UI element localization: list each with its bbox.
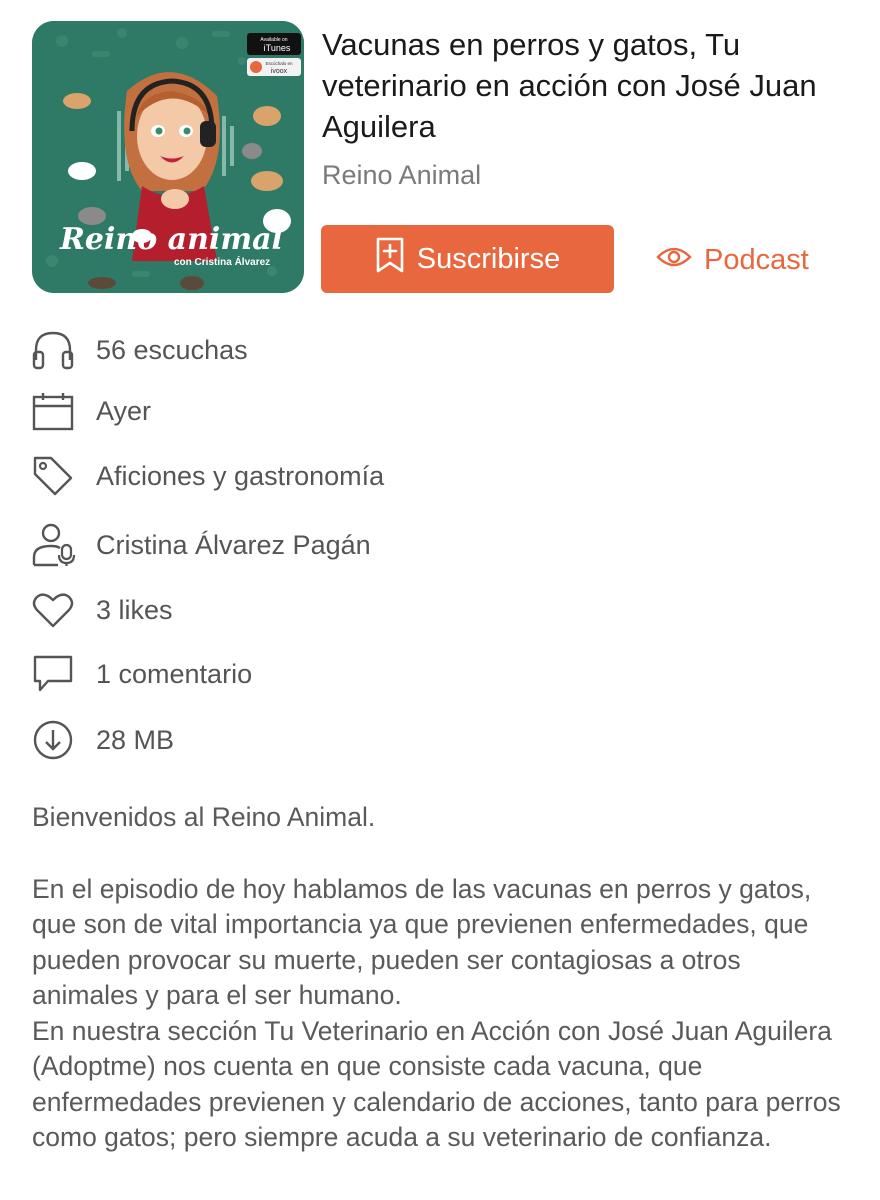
comment-icon[interactable] (32, 652, 78, 696)
user-mic-icon (32, 523, 78, 567)
bookmark-plus-icon (375, 237, 405, 281)
publish-date: Ayer (96, 395, 152, 426)
download-icon[interactable] (32, 718, 78, 762)
likes-row: 3 likes (32, 588, 173, 632)
subscribe-label: Suscribirse (416, 242, 561, 275)
tag-icon (32, 454, 78, 498)
comments-count[interactable]: 1 comentario (96, 659, 252, 690)
podcast-cover-art[interactable]: Available on iTunes Escúchalo en ivoox R… (32, 21, 304, 293)
podcast-link[interactable]: Podcast (656, 238, 809, 282)
show-name-link[interactable]: Reino Animal (322, 160, 481, 191)
author-row: Cristina Álvarez Pagán (32, 523, 371, 567)
heart-icon[interactable] (32, 588, 78, 632)
file-size: 28 MB (96, 724, 175, 755)
podcast-label: Podcast (704, 243, 809, 276)
listens-count: 56 escuchas (96, 334, 248, 365)
calendar-icon (32, 389, 78, 433)
comments-row: 1 comentario (32, 652, 252, 696)
svg-text:iTunes: iTunes (264, 43, 291, 53)
likes-count: 3 likes (96, 594, 173, 625)
svg-text:Escúchalo en: Escúchalo en (265, 61, 293, 66)
episode-title: Vacunas en perros y gatos, Tu veterinari… (322, 27, 817, 144)
description-intro: Bienvenidos al Reino Animal. (32, 802, 376, 832)
svg-text:ivoox: ivoox (271, 68, 288, 75)
author-link[interactable]: Cristina Álvarez Pagán (96, 530, 371, 561)
subscribe-button[interactable]: Suscribirse (321, 225, 614, 293)
description-body: En el episodio de hoy hablamos de las va… (32, 873, 841, 1153)
category-row: Aficiones y gastronomía (32, 454, 384, 498)
date-row: Ayer (32, 389, 151, 433)
category-link[interactable]: Aficiones y gastronomía (96, 461, 384, 492)
eye-icon (656, 244, 692, 277)
svg-text:con Cristina Álvarez: con Cristina Álvarez (174, 255, 270, 268)
size-row: 28 MB (32, 718, 174, 762)
svg-text:Reino animal: Reino animal (59, 222, 283, 257)
headphones-icon (32, 328, 78, 372)
listens-row: 56 escuchas (32, 328, 248, 372)
episode-description: Bienvenidos al Reino Animal. En el episo… (32, 800, 852, 1156)
cover-illustration: Available on iTunes Escúchalo en ivoox R… (32, 21, 304, 293)
